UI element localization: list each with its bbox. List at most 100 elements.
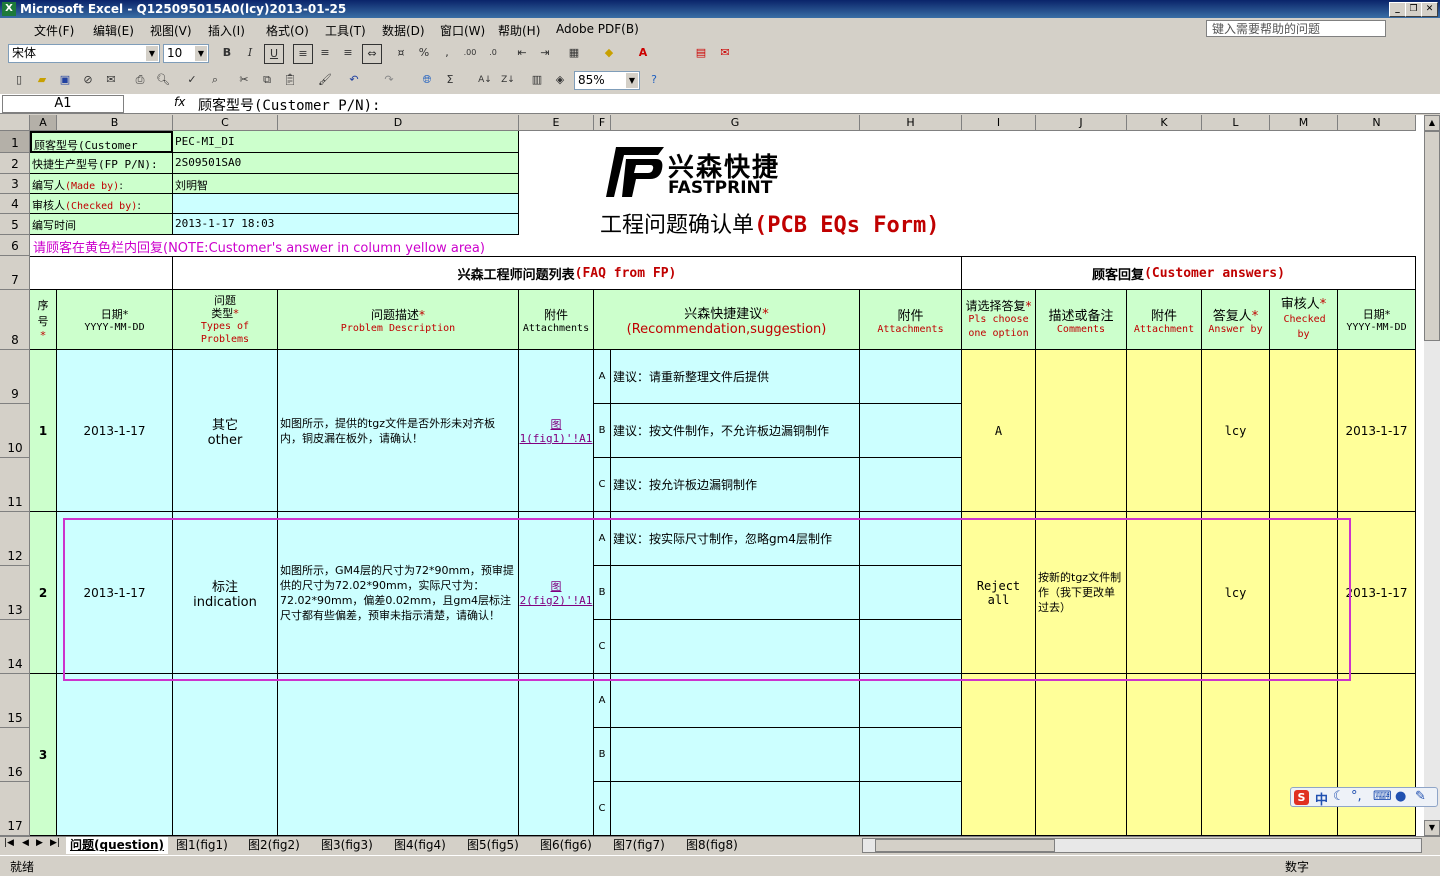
sort-descending-icon[interactable]: Z↓ <box>499 71 517 89</box>
column-header-b[interactable]: B <box>57 115 173 131</box>
print-preview-icon[interactable]: 🔍︎ <box>154 71 172 89</box>
tab-fig3[interactable]: 图3(fig3) <box>321 837 373 854</box>
redo-icon[interactable]: ↷ <box>380 71 398 89</box>
tab-fig5[interactable]: 图5(fig5) <box>467 837 519 854</box>
row-header-12[interactable]: 12 <box>0 512 30 566</box>
copy-icon[interactable]: ⧉ <box>258 71 276 89</box>
issue1-opt-c-key[interactable]: C <box>594 458 611 512</box>
autosum-icon[interactable]: Σ <box>441 71 459 89</box>
percent-icon[interactable]: % <box>415 44 433 62</box>
issue1-type[interactable]: 其它 other <box>173 350 278 512</box>
label-customer-pn[interactable]: 顾客型号(Customer P/N): <box>30 131 173 153</box>
issue3-choice[interactable] <box>962 674 1036 836</box>
decrease-indent-icon[interactable]: ⇤ <box>513 44 531 62</box>
drawing-icon[interactable]: ◈ <box>551 71 569 89</box>
issue3-opt-a-text[interactable] <box>611 674 860 728</box>
currency-icon[interactable]: ¤ <box>392 44 410 62</box>
row-header-16[interactable]: 16 <box>0 728 30 782</box>
issue1-opt-a-text[interactable]: 建议：请重新整理文件后提供 <box>611 350 860 404</box>
formula-input[interactable]: 顾客型号(Customer P/N): <box>198 95 380 115</box>
issue1-attachment-2b[interactable] <box>860 404 962 458</box>
tab-fig8[interactable]: 图8(fig8) <box>686 837 738 854</box>
label-made-by[interactable]: 编写人(Made by): <box>30 174 173 194</box>
menu-data[interactable]: 数据(D) <box>382 22 425 39</box>
horizontal-scrollbar[interactable] <box>862 838 1422 853</box>
row-header-4[interactable]: 4 <box>0 194 30 214</box>
column-header-d[interactable]: D <box>278 115 519 131</box>
row-header-13[interactable]: 13 <box>0 566 30 620</box>
issue1-answer-by[interactable]: lcy <box>1202 350 1270 512</box>
column-header-m[interactable]: M <box>1270 115 1338 131</box>
label-write-time[interactable]: 编写时间 <box>30 214 173 235</box>
row-header-9[interactable]: 9 <box>0 350 30 404</box>
zoom-select[interactable]: 85% ▼ <box>574 71 640 90</box>
issue1-opt-b-text[interactable]: 建议：按文件制作，不允许板边漏铜制作 <box>611 404 860 458</box>
open-icon[interactable]: ▰ <box>33 71 51 89</box>
font-name-select[interactable]: 宋体 ▼ <box>8 44 160 63</box>
issue3-answer-by[interactable] <box>1202 674 1270 836</box>
column-header-i[interactable]: I <box>962 115 1036 131</box>
issue1-attachment-2a[interactable] <box>860 350 962 404</box>
label-checked-by[interactable]: 审核人(Checked by): <box>30 194 173 214</box>
column-header-n[interactable]: N <box>1338 115 1416 131</box>
tab-last-icon[interactable]: ▶| <box>50 838 60 848</box>
issue3-seq[interactable]: 3 <box>30 674 57 836</box>
increase-indent-icon[interactable]: ⇥ <box>536 44 554 62</box>
issue1-date-2[interactable]: 2013-1-17 <box>1338 350 1416 512</box>
menu-help[interactable]: 帮助(H) <box>498 22 540 39</box>
column-header-c[interactable]: C <box>173 115 278 131</box>
user-icon[interactable]: ● <box>1395 789 1406 804</box>
menu-format[interactable]: 格式(O) <box>266 22 309 39</box>
menu-adobe-pdf[interactable]: Adobe PDF(B) <box>556 22 639 36</box>
issue1-description[interactable]: 如图所示，提供的tgz文件是否外形未对齐板内，铜皮漏在板外，请确认！ <box>278 350 519 512</box>
issue1-attachment-2c[interactable] <box>860 458 962 512</box>
new-icon[interactable]: ▯ <box>10 71 28 89</box>
issue2-seq[interactable]: 2 <box>30 512 57 674</box>
value-checked-by[interactable] <box>173 194 519 214</box>
align-left-icon[interactable]: ≡ <box>293 44 313 64</box>
research-icon[interactable]: ⌕ <box>206 71 224 89</box>
menu-view[interactable]: 视图(V) <box>150 22 192 39</box>
issue3-description[interactable] <box>278 674 519 836</box>
value-customer-pn[interactable]: PEC-MI_DI <box>173 131 519 153</box>
row-header-14[interactable]: 14 <box>0 620 30 674</box>
issue3-attachment-3[interactable] <box>1127 674 1202 836</box>
column-header-k[interactable]: K <box>1127 115 1202 131</box>
issue1-opt-b-key[interactable]: B <box>594 404 611 458</box>
sogou-icon[interactable]: S <box>1294 790 1309 805</box>
vertical-scrollbar[interactable]: ▲ ▼ <box>1424 115 1440 836</box>
pdf-convert-icon[interactable]: ▤ <box>692 44 710 62</box>
row-header-10[interactable]: 10 <box>0 404 30 458</box>
fill-color-icon[interactable]: ◆ <box>600 44 618 62</box>
issue1-opt-c-text[interactable]: 建议：按允许板边漏铜制作 <box>611 458 860 512</box>
borders-icon[interactable]: ▦ <box>565 44 583 62</box>
issue3-opt-a-key[interactable]: A <box>594 674 611 728</box>
menu-window[interactable]: 窗口(W) <box>440 22 485 39</box>
restore-button[interactable]: ❐ <box>1405 2 1422 17</box>
value-write-time[interactable]: 2013-1-17 18:03 <box>173 214 519 235</box>
row-header-3[interactable]: 3 <box>0 174 30 194</box>
row-header-7[interactable]: 7 <box>0 256 30 290</box>
minimize-button[interactable]: _ <box>1389 2 1406 17</box>
ime-mode-label[interactable]: 中 <box>1315 789 1328 808</box>
column-header-f[interactable]: F <box>594 115 611 131</box>
print-icon[interactable]: ⎙ <box>131 71 149 89</box>
row-header-2[interactable]: 2 <box>0 153 30 174</box>
tab-prev-icon[interactable]: ◀ <box>22 838 29 848</box>
column-header-g[interactable]: G <box>611 115 860 131</box>
row-header-1[interactable]: 1 <box>0 131 30 153</box>
hyperlink-icon[interactable]: 🌐︎ <box>418 71 436 89</box>
column-header-l[interactable]: L <box>1202 115 1270 131</box>
issue3-opt-b-key[interactable]: B <box>594 728 611 782</box>
undo-icon[interactable]: ↶ <box>345 71 363 89</box>
tab-fig2[interactable]: 图2(fig2) <box>248 837 300 854</box>
tab-fig6[interactable]: 图6(fig6) <box>540 837 592 854</box>
column-header-h[interactable]: H <box>860 115 962 131</box>
cut-icon[interactable]: ✂ <box>235 71 253 89</box>
issue3-attachment-2b[interactable] <box>860 728 962 782</box>
align-center-icon[interactable]: ≡ <box>316 44 334 62</box>
issue3-attachment-2c[interactable] <box>860 782 962 836</box>
issue3-type[interactable] <box>173 674 278 836</box>
issue1-attachment-3[interactable] <box>1127 350 1202 512</box>
label-fp-pn[interactable]: 快捷生产型号(FP P/N): <box>30 153 173 174</box>
